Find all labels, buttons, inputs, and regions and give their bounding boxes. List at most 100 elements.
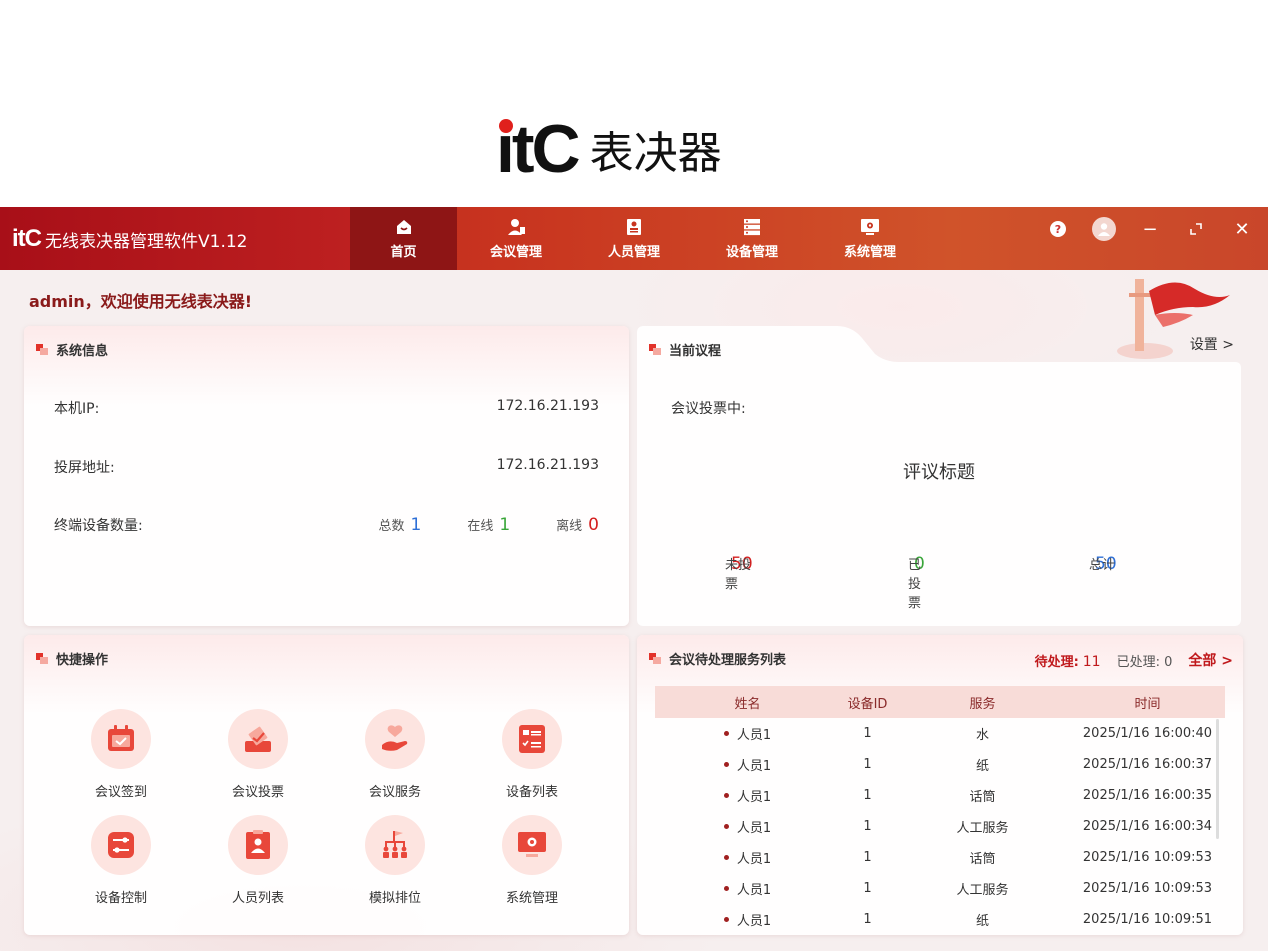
home-icon [396, 219, 411, 234]
name-cell: 人员1 [655, 786, 840, 805]
table-row[interactable]: 人员1 1 纸 2025/1/16 10:09:51 [655, 904, 1225, 935]
time-cell: 2025/1/16 10:09:53 [1082, 881, 1213, 896]
device-id-cell: 1 [863, 850, 872, 865]
system-manage-icon [518, 832, 546, 857]
main-nav: 首页 会议管理 人员管理 设备管理 系统管理 [350, 207, 929, 270]
itc-mini-logo: itC [12, 225, 42, 252]
device-id-cell: 1 [863, 726, 872, 741]
close-icon: ✕ [1234, 218, 1250, 240]
name-cell: 人员1 [655, 879, 840, 898]
welcome-message: admin，欢迎使用无线表决器! [29, 292, 253, 311]
time-cell: 2025/1/16 10:09:51 [1082, 912, 1213, 927]
help-icon: ? [1050, 221, 1066, 237]
quick-operations-card: 快捷操作 会议签到 会议投票 会议服务 设备列表 设备控制 人员列表 模拟排位 … [24, 635, 629, 935]
service-icon [382, 725, 408, 751]
personnel-icon [627, 218, 641, 235]
nav-home[interactable]: 首页 [350, 207, 457, 270]
total-count: 1 [410, 515, 422, 535]
time-cell: 2025/1/16 16:00:40 [1082, 726, 1213, 741]
cast-address-value: 172.16.21.193 [496, 457, 599, 473]
device-control-icon [108, 832, 134, 858]
flag-icon [649, 652, 663, 665]
nav-device-management[interactable]: 设备管理 [693, 207, 811, 270]
pending-count: 待处理: 11 [1034, 653, 1101, 670]
service-table: 姓名 设备ID 服务 时间 人员1 1 水 2025/1/16 16:00:40 人员1… [655, 686, 1225, 935]
service-cell: 人工服务 [956, 821, 1009, 836]
vote-title: 评议标题 [903, 462, 975, 483]
user-avatar-button[interactable] [1092, 217, 1116, 241]
table-scrollbar[interactable] [1216, 719, 1219, 839]
brand-logo: itC 表决器 [496, 115, 722, 183]
device-list-icon [519, 725, 545, 753]
quick-device-control[interactable]: 设备控制 [71, 815, 171, 906]
name-cell: 人员1 [655, 910, 840, 929]
close-button[interactable]: ✕ [1230, 217, 1254, 241]
table-row[interactable]: 人员1 1 水 2025/1/16 16:00:40 [655, 718, 1225, 749]
table-row[interactable]: 人员1 1 纸 2025/1/16 16:00:37 [655, 749, 1225, 780]
flag-icon [649, 343, 663, 356]
device-id-cell: 1 [863, 788, 872, 803]
table-row[interactable]: 人员1 1 话筒 2025/1/16 10:09:53 [655, 842, 1225, 873]
personnel-list-icon [246, 830, 270, 859]
help-button[interactable]: ? [1046, 217, 1070, 241]
agenda-settings-link[interactable]: 设置 > [1190, 334, 1234, 354]
time-cell: 2025/1/16 16:00:37 [1082, 757, 1213, 772]
device-id-cell: 1 [863, 881, 872, 896]
time-cell: 2025/1/16 16:00:34 [1082, 819, 1213, 834]
service-cell: 话筒 [969, 852, 996, 867]
quick-device-list[interactable]: 设备列表 [482, 709, 582, 800]
device-id-cell: 1 [863, 819, 872, 834]
quick-seating-simulation[interactable]: 模拟排位 [345, 815, 445, 906]
service-cell: 水 [975, 728, 989, 743]
quick-personnel-list[interactable]: 人员列表 [208, 815, 308, 906]
time-cell: 2025/1/16 10:09:53 [1082, 850, 1213, 865]
vote-icon [245, 726, 271, 752]
brand-product-name: 表决器 [589, 128, 722, 179]
table-body: 人员1 1 水 2025/1/16 16:00:40 人员1 1 纸 2025/1/16 16… [655, 718, 1225, 935]
online-count: 1 [499, 515, 511, 535]
app-window: itC 无线表决器管理软件V1.12 首页 会议管理 人员管理 设备管理 系统管… [0, 207, 1268, 951]
app-title: 无线表决器管理软件V1.12 [45, 231, 248, 252]
card-header: 会议待处理服务列表 [649, 649, 786, 668]
restore-icon [1190, 223, 1202, 235]
nav-personnel-management[interactable]: 人员管理 [575, 207, 693, 270]
vote-status: 会议投票中: [671, 401, 746, 417]
card-header: 快捷操作 [36, 649, 108, 668]
device-id-cell: 1 [863, 757, 872, 772]
service-cell: 纸 [975, 759, 989, 774]
name-cell: 人员1 [655, 848, 840, 867]
table-row[interactable]: 人员1 1 人工服务 2025/1/16 10:09:53 [655, 873, 1225, 904]
nav-system-management[interactable]: 系统管理 [811, 207, 929, 270]
name-cell: 人员1 [655, 755, 840, 774]
meeting-icon [508, 218, 525, 235]
title-bar: itC 无线表决器管理软件V1.12 首页 会议管理 人员管理 设备管理 系统管… [0, 207, 1268, 270]
terminal-count-row: 终端设备数量: 总数 1 在线 1 离线 0 [54, 515, 599, 535]
name-cell: 人员1 [655, 724, 840, 743]
sign-in-icon [108, 725, 134, 751]
flag-icon [36, 652, 50, 665]
minimize-button[interactable]: − [1138, 217, 1162, 241]
flag-icon [36, 343, 50, 356]
quick-meeting-sign-in[interactable]: 会议签到 [71, 709, 171, 800]
quick-meeting-service[interactable]: 会议服务 [345, 709, 445, 800]
brand-banner: itC 表决器 [0, 0, 1268, 207]
done-count: 已处理: 0 [1116, 654, 1173, 670]
system-icon [861, 218, 879, 235]
quick-system-management[interactable]: 系统管理 [482, 815, 582, 906]
nav-meeting-management[interactable]: 会议管理 [457, 207, 575, 270]
view-all-link[interactable]: 全部 > [1188, 650, 1233, 670]
time-cell: 2025/1/16 16:00:35 [1082, 788, 1213, 803]
app-logo: itC 无线表决器管理软件V1.12 [12, 225, 247, 253]
restore-button[interactable] [1184, 217, 1208, 241]
itc-logo: itC [496, 111, 581, 187]
ip-row: 本机IP: 172.16.21.193 [54, 398, 599, 417]
avatar-icon [1092, 217, 1116, 241]
table-row[interactable]: 人员1 1 人工服务 2025/1/16 16:00:34 [655, 811, 1225, 842]
quick-meeting-vote[interactable]: 会议投票 [208, 709, 308, 800]
seating-icon [383, 831, 407, 858]
current-agenda-card: 当前议程 会议投票中: 评议标题 未投票 50 已投票 0 总计 50 [637, 326, 1241, 626]
cast-address-row: 投屏地址: 172.16.21.193 [54, 457, 599, 476]
service-cell: 人工服务 [956, 883, 1009, 898]
table-row[interactable]: 人员1 1 话筒 2025/1/16 16:00:35 [655, 780, 1225, 811]
service-cell: 纸 [975, 914, 989, 929]
